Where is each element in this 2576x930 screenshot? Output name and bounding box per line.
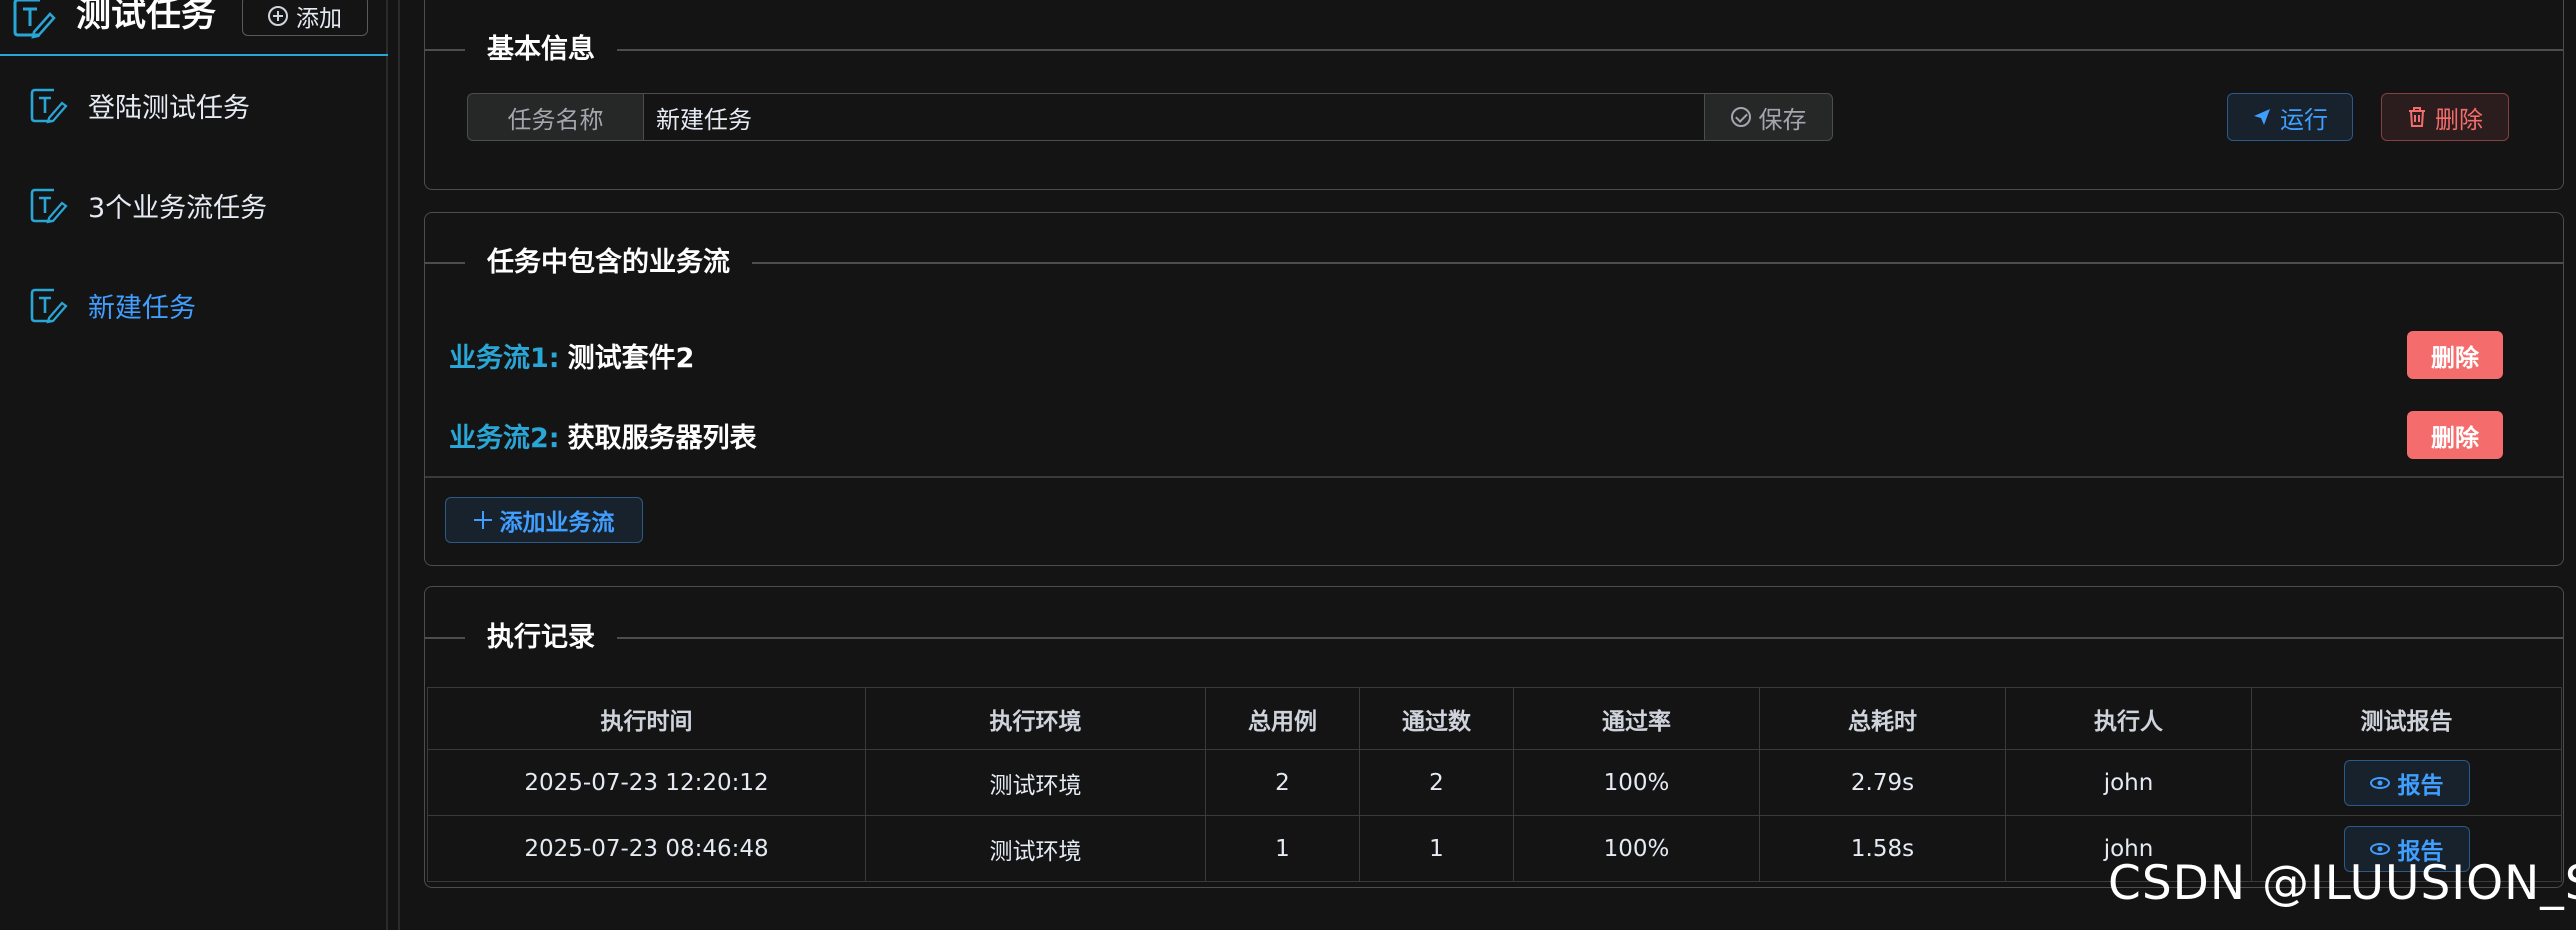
column-header: 通过率 [1513,687,1760,750]
task-edit-icon [13,0,56,39]
flow-prefix: 业务流2: [449,422,560,454]
flows-divider [425,476,2563,478]
flow-name: 测试套件2 [567,342,695,374]
legend-rule [425,49,2563,51]
basic-info-legend: 基本信息 [465,30,617,70]
flows-legend: 任务中包含的业务流 [465,243,752,283]
task-name-input[interactable] [643,93,1705,141]
records-table: 执行时间 执行环境 总用例 通过数 通过率 总耗时 执行人 测试报告 2025-… [427,687,2562,882]
save-label: 保存 [1758,105,1807,134]
column-header: 执行环境 [865,687,1206,750]
run-label: 运行 [2280,105,2328,134]
flow-name: 获取服务器列表 [567,422,757,454]
save-button[interactable]: 保存 [1705,93,1833,141]
add-flow-label: 添加业务流 [499,510,615,536]
cell-rate: 100% [1513,749,1760,816]
sidebar-item-label: 新建任务 [88,292,196,324]
column-header: 总用例 [1205,687,1360,750]
cell-env: 测试环境 [865,749,1206,816]
cell-passed: 2 [1359,749,1514,816]
trash-icon [2409,107,2425,127]
column-header: 测试报告 [2251,687,2562,750]
add-task-button[interactable]: 添加 [242,0,368,36]
column-header: 通过数 [1359,687,1514,750]
flow-item: 业务流2: 获取服务器列表 [449,411,757,459]
column-header: 总耗时 [1759,687,2006,750]
delete-task-button[interactable]: 删除 [2381,93,2509,141]
sidebar-item-label: 登陆测试任务 [88,92,250,124]
task-edit-icon [30,188,68,224]
run-button[interactable]: 运行 [2227,93,2353,141]
delete-flow-button[interactable]: 删除 [2407,331,2503,379]
add-flow-button[interactable]: 添加业务流 [445,497,643,543]
sidebar-item-label: 3个业务流任务 [88,192,268,224]
eye-icon [2369,842,2390,855]
cell-duration: 1.58s [1759,815,2006,882]
sidebar-title: 测试任务 [76,0,217,35]
flow-item: 业务流1: 测试套件2 [449,331,694,379]
send-icon [2254,109,2270,125]
records-legend: 执行记录 [465,618,617,658]
task-name-prefix: 任务名称 [467,93,643,141]
sidebar: 测试任务 添加 登陆测试任务 3个业务流任务 新建任务 [0,0,388,930]
cell-passed: 1 [1359,815,1514,882]
cell-rate: 100% [1513,815,1760,882]
plus-circle-icon [268,6,288,26]
task-edit-icon [30,88,68,124]
delete-flow-button[interactable]: 删除 [2407,411,2503,459]
cell-duration: 2.79s [1759,749,2006,816]
task-name-group: 任务名称 保存 [467,93,1833,141]
flow-prefix: 业务流1: [449,342,560,374]
add-task-label: 添加 [296,6,342,32]
sidebar-item-login-test[interactable]: 登陆测试任务 [0,75,386,135]
cell-total: 1 [1205,815,1360,882]
sidebar-item-three-flows[interactable]: 3个业务流任务 [0,175,386,235]
table-header-row: 执行时间 执行环境 总用例 通过数 通过率 总耗时 执行人 测试报告 [427,687,2562,750]
table-row: 2025-07-23 12:20:12 测试环境 2 2 100% 2.79s … [427,749,2562,816]
watermark-text: CSDN @ILUUSION_S [2108,856,2576,911]
column-header: 执行人 [2005,687,2252,750]
column-header: 执行时间 [427,687,866,750]
cell-time: 2025-07-23 12:20:12 [427,749,866,816]
check-circle-icon [1730,107,1751,127]
delete-task-label: 删除 [2435,105,2483,134]
sidebar-header: 测试任务 添加 [0,0,388,56]
flows-panel: 任务中包含的业务流 业务流1: 测试套件2 删除 业务流2: 获取服务器列表 删… [424,212,2564,566]
records-panel: 执行记录 执行时间 执行环境 总用例 通过数 通过率 总耗时 执行人 测试报告 … [424,586,2564,888]
cell-env: 测试环境 [865,815,1206,882]
plus-icon [474,511,492,529]
cell-total: 2 [1205,749,1360,816]
task-edit-icon [30,288,68,324]
legend-rule [425,637,2563,639]
cell-time: 2025-07-23 08:46:48 [427,815,866,882]
eye-icon [2369,776,2390,789]
basic-info-panel: 基本信息 任务名称 保存 运行 删除 [424,0,2564,190]
report-button[interactable]: 报告 [2343,759,2470,806]
report-label: 报告 [2397,772,2444,799]
cell-report: 报告 [2251,749,2562,816]
sidebar-item-new-task[interactable]: 新建任务 [0,275,386,335]
layout-divider [398,0,400,930]
cell-user: john [2005,749,2252,816]
